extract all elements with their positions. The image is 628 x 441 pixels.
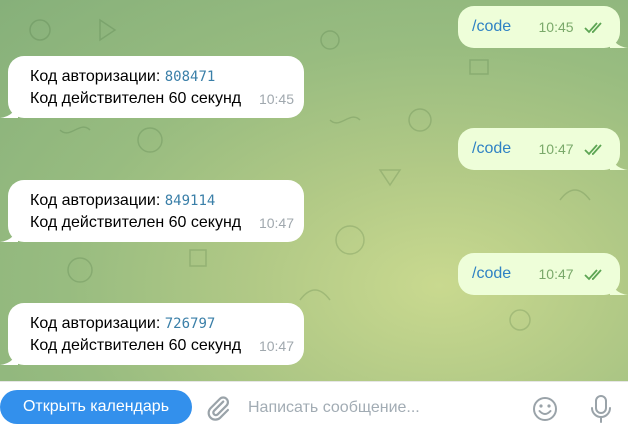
auth-code-value[interactable]: 726797 xyxy=(165,316,216,332)
bubble-tail xyxy=(610,30,628,48)
auth-code-label: Код авторизации: xyxy=(30,315,165,332)
microphone-icon[interactable] xyxy=(586,393,616,425)
command-text[interactable]: /code xyxy=(472,265,511,282)
auth-code-value[interactable]: 808471 xyxy=(165,69,216,85)
message-time: 10:45 xyxy=(258,91,294,107)
chat-area: /code 10:45 Код авторизации: 808471 Код … xyxy=(0,0,628,381)
message-time: 10:47 xyxy=(258,338,294,354)
message-composer: Открыть календарь Написать сообщение... xyxy=(0,381,628,441)
auth-code-line: Код авторизации: 726797 xyxy=(30,313,292,335)
validity-text: Код действителен 60 секунд xyxy=(30,214,242,231)
double-check-icon xyxy=(584,22,602,34)
incoming-message[interactable]: Код авторизации: 726797 Код действителен… xyxy=(0,303,304,365)
command-text[interactable]: /code xyxy=(472,140,511,157)
auth-code-value[interactable]: 849114 xyxy=(165,193,216,209)
double-check-icon xyxy=(584,269,602,281)
bubble-tail xyxy=(0,100,18,118)
outgoing-message[interactable]: /code 10:45 xyxy=(458,6,628,48)
message-time: 10:45 xyxy=(538,19,574,35)
open-calendar-button[interactable]: Открыть календарь xyxy=(0,390,192,424)
auth-code-label: Код авторизации: xyxy=(30,68,165,85)
bubble-tail xyxy=(610,277,628,295)
incoming-message[interactable]: Код авторизации: 808471 Код действителен… xyxy=(0,56,304,118)
double-check-icon xyxy=(584,144,602,156)
message-time: 10:47 xyxy=(538,141,574,157)
bubble-tail xyxy=(610,152,628,170)
outgoing-message[interactable]: /code 10:47 xyxy=(458,253,628,295)
auth-code-line: Код авторизации: 849114 xyxy=(30,190,292,212)
auth-code-line: Код авторизации: 808471 xyxy=(30,66,292,88)
bubble-tail xyxy=(0,224,18,242)
message-input[interactable]: Написать сообщение... xyxy=(248,396,508,420)
smile-icon[interactable] xyxy=(530,394,560,424)
message-time: 10:47 xyxy=(258,215,294,231)
paperclip-icon[interactable] xyxy=(204,394,232,422)
message-time: 10:47 xyxy=(538,266,574,282)
validity-text: Код действителен 60 секунд xyxy=(30,337,242,354)
validity-text: Код действителен 60 секунд xyxy=(30,90,242,107)
outgoing-message[interactable]: /code 10:47 xyxy=(458,128,628,170)
incoming-message[interactable]: Код авторизации: 849114 Код действителен… xyxy=(0,180,304,242)
auth-code-label: Код авторизации: xyxy=(30,192,165,209)
bubble-tail xyxy=(0,347,18,365)
command-text[interactable]: /code xyxy=(472,18,511,35)
